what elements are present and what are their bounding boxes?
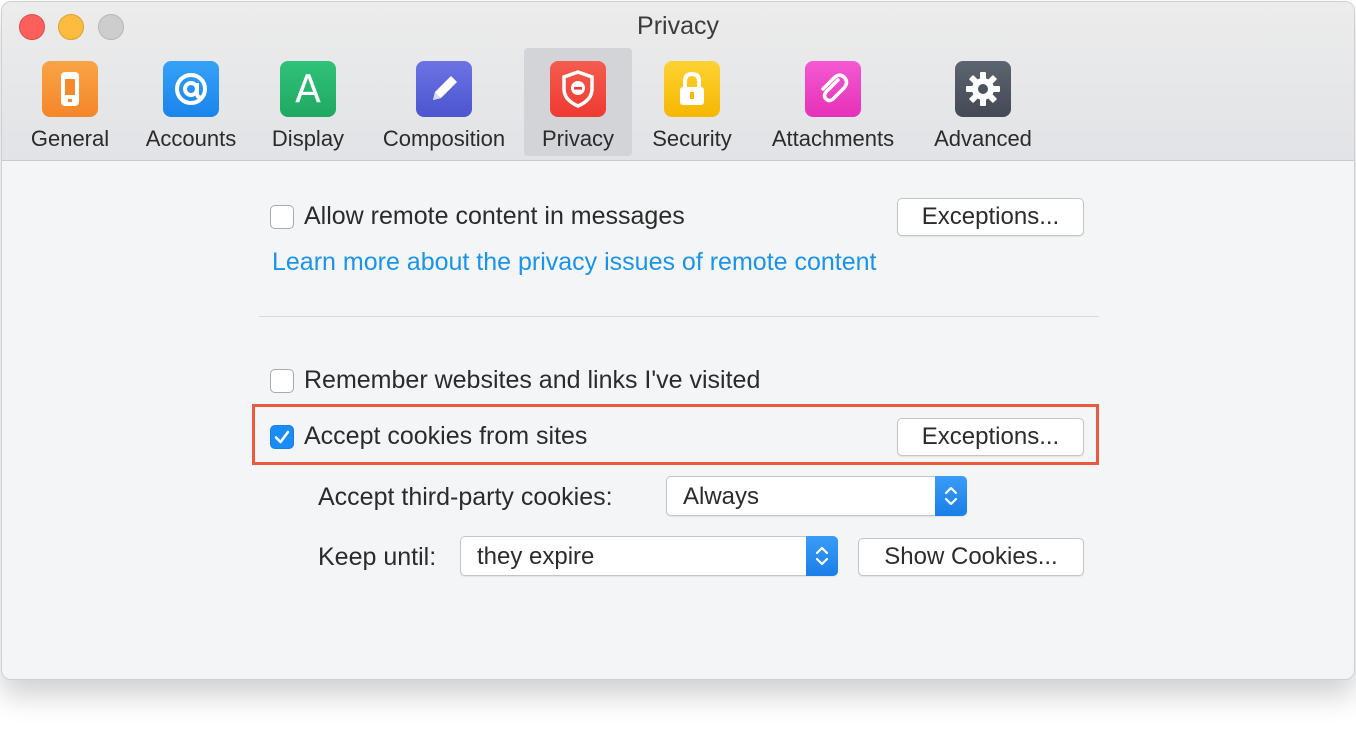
accept-cookies-row: Accept cookies from sites [270,422,587,451]
tab-display-label: Display [271,126,345,151]
tab-general[interactable]: General [18,48,122,156]
chevron-up-down-icon [806,536,838,576]
remote-content-checkbox[interactable] [270,204,294,229]
tab-attachments-label: Attachments [771,126,895,151]
tab-composition[interactable]: Composition [370,48,518,156]
keep-until-select[interactable]: they expire [460,536,838,576]
pencil-icon [416,61,472,117]
tab-general-label: General [30,126,110,151]
window-title: Privacy [637,12,719,40]
remote-content-label: Allow remote content in messages [304,202,685,230]
cookies-exceptions-button[interactable]: Exceptions... [897,418,1084,456]
checkmark-icon [274,430,290,443]
tab-accounts[interactable]: Accounts [135,48,247,156]
paperclip-icon [805,61,861,117]
chevron-up-down-icon [935,476,967,516]
tab-display[interactable]: A Display [260,48,356,156]
remote-content-exceptions-button[interactable]: Exceptions... [897,198,1084,236]
section-divider [259,316,1099,317]
show-cookies-button[interactable]: Show Cookies... [858,538,1084,576]
remember-websites-checkbox[interactable] [270,368,294,393]
letter-a-icon: A [280,61,336,117]
tab-security-label: Security [652,126,732,151]
preferences-window: Privacy General Accounts A Display Compo… [1,1,1355,680]
third-party-cookies-label: Accept third-party cookies: [318,483,613,511]
privacy-pane: Allow remote content in messages Excepti… [2,161,1354,679]
keep-until-value: they expire [477,543,595,570]
tab-security[interactable]: Security [642,48,742,156]
third-party-cookies-value: Always [683,483,760,510]
gear-icon [955,61,1011,117]
toolbar: Privacy General Accounts A Display Compo… [2,2,1354,161]
remember-websites-label: Remember websites and links I've visited [304,366,761,394]
keep-until-label: Keep until: [318,543,437,571]
at-sign-icon [163,61,219,117]
shield-icon [550,61,606,117]
third-party-cookies-select[interactable]: Always [666,476,967,516]
tab-privacy[interactable]: Privacy [524,48,632,156]
lock-icon [664,61,720,117]
tab-composition-label: Composition [382,126,506,151]
remote-content-row: Allow remote content in messages [270,202,685,231]
accept-cookies-checkbox[interactable] [270,424,294,449]
learn-more-link[interactable]: Learn more about the privacy issues of r… [272,248,877,277]
tab-privacy-label: Privacy [541,126,615,151]
history-row: Remember websites and links I've visited [270,366,760,395]
tab-advanced-label: Advanced [934,126,1032,151]
tab-advanced[interactable]: Advanced [922,48,1044,156]
tab-attachments[interactable]: Attachments [760,48,906,156]
phone-icon [42,61,98,117]
accept-cookies-label: Accept cookies from sites [304,422,588,450]
tab-accounts-label: Accounts [145,126,237,151]
